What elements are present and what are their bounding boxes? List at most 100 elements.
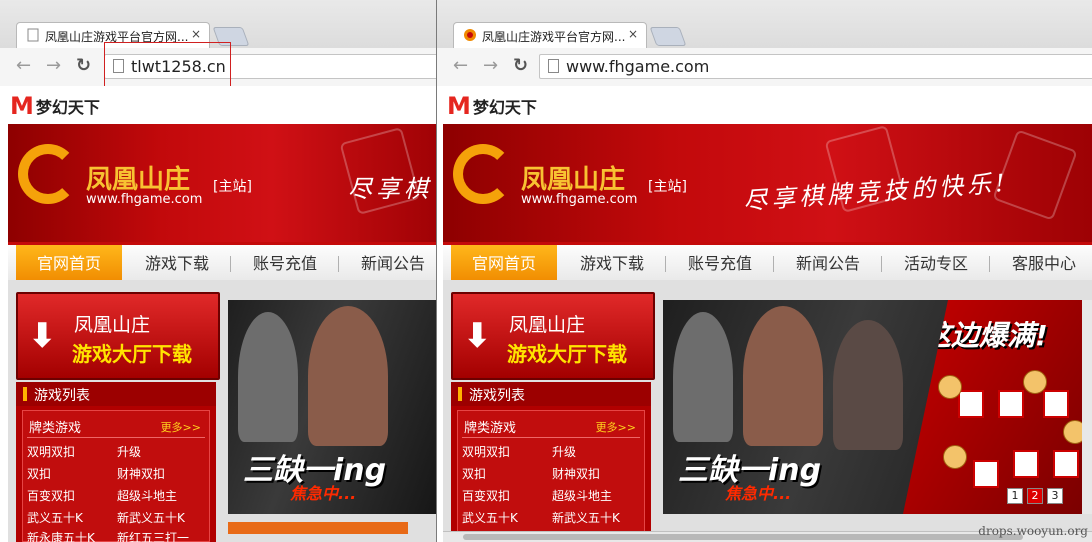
nav-recharge[interactable]: 账号充值: [240, 245, 330, 283]
back-arrow-icon[interactable]: ←: [16, 57, 31, 75]
game-link[interactable]: 百变双扣: [27, 487, 75, 504]
game-list-panel: 游戏列表 牌类游戏 更多>> 双明双扣 升级 双扣 财神双扣 百变双扣 超级斗地…: [451, 382, 651, 542]
site-logo-name: 凤凰山庄: [521, 165, 626, 195]
game-link[interactable]: 双明双扣: [462, 443, 510, 460]
site-favicon-icon: [463, 28, 477, 42]
download-icon: ⬇: [463, 316, 492, 356]
game-link[interactable]: 武义五十K: [27, 509, 83, 526]
game-link[interactable]: 新武义五十K: [117, 509, 185, 526]
game-list-panel: 游戏列表 牌类游戏 更多>> 双明双扣 升级 双扣 财神双扣 百变双扣 超级斗地…: [16, 382, 216, 542]
watermark: drops.wooyun.org: [978, 524, 1088, 538]
tab-title: 凤凰山庄游戏平台官方网...: [482, 30, 626, 44]
browser-toolbar: ← → ↻ www.fhgame.com: [437, 48, 1092, 87]
tab-strip: 凤凰山庄游戏平台官方网... ×: [437, 0, 1092, 48]
game-link[interactable]: 新红五三打一: [117, 529, 189, 542]
site-logo-tag: [主站]: [648, 179, 687, 195]
url-highlight-box: [104, 42, 231, 88]
nav-divider: [881, 256, 882, 272]
page-content: ⬇ 凤凰山庄 游戏大厅下载 游戏列表 牌类游戏 更多>> 双明双扣 升级 双扣 …: [443, 280, 1092, 542]
download-icon: ⬇: [28, 316, 57, 356]
site-logo-name: 凤凰山庄: [86, 165, 191, 195]
more-link[interactable]: 更多>>: [596, 419, 636, 435]
game-link[interactable]: 新武义五十K: [552, 509, 620, 526]
site-banner: 凤凰山庄 [主站] www.fhgame.com 尽享棋: [8, 124, 448, 242]
pager-dot[interactable]: 3: [1047, 488, 1063, 504]
forward-arrow-icon[interactable]: →: [483, 57, 498, 75]
download-line2: 游戏大厅下载: [72, 342, 192, 366]
download-lobby-button[interactable]: ⬇ 凤凰山庄 游戏大厅下载: [451, 292, 655, 380]
divider: [27, 437, 205, 438]
site-logo-tag: [主站]: [213, 179, 252, 195]
vertical-scrollbar[interactable]: [1082, 300, 1092, 514]
game-link[interactable]: 超级斗地主: [552, 487, 612, 504]
nav-recharge[interactable]: 账号充值: [675, 245, 765, 283]
download-lobby-button[interactable]: ⬇ 凤凰山庄 游戏大厅下载: [16, 292, 220, 380]
header-accent: [23, 387, 27, 401]
pager-dot[interactable]: 1: [1007, 488, 1023, 504]
nav-home[interactable]: 官网首页: [16, 245, 122, 283]
person-image: [238, 312, 298, 442]
game-link[interactable]: 武义五十K: [462, 509, 518, 526]
promo-subline: 焦急中...: [725, 484, 792, 503]
mhtx-logo[interactable]: M 梦幻天下: [447, 92, 537, 120]
game-link[interactable]: 双扣: [462, 465, 486, 482]
site-banner: 凤凰山庄 [主站] www.fhgame.com 尽享棋牌竞技的快乐!: [443, 124, 1092, 242]
game-link[interactable]: 财神双扣: [117, 465, 165, 482]
nav-download[interactable]: 游戏下载: [567, 245, 657, 283]
pager-dot-active[interactable]: 2: [1027, 488, 1043, 504]
forward-arrow-icon[interactable]: →: [46, 57, 61, 75]
left-browser-window: 凤凰山庄游戏平台官方网... × ← → ↻ tlwt1258.cn M 梦幻天…: [0, 0, 448, 542]
url-text: www.fhgame.com: [566, 57, 710, 76]
download-line1: 凤凰山庄: [74, 314, 151, 336]
nav-download[interactable]: 游戏下载: [132, 245, 222, 283]
game-link[interactable]: 升级: [552, 443, 576, 460]
address-bar[interactable]: www.fhgame.com: [539, 54, 1092, 79]
nav-home[interactable]: 官网首页: [451, 245, 557, 283]
more-link[interactable]: 更多>>: [161, 419, 201, 435]
portal-header: M 梦幻天下: [437, 86, 1092, 124]
phoenix-logo-icon: [18, 144, 78, 204]
brand-mark: M: [447, 92, 471, 120]
promo-banner[interactable]: 三缺一ing 焦急中...: [228, 300, 448, 514]
person-image: [673, 312, 733, 442]
new-tab-button[interactable]: [649, 27, 687, 46]
brand-mark: M: [10, 92, 34, 120]
page-icon: [548, 59, 559, 73]
close-tab-icon[interactable]: ×: [628, 27, 638, 41]
back-arrow-icon[interactable]: ←: [453, 57, 468, 75]
mhtx-logo[interactable]: M 梦幻天下: [10, 92, 100, 120]
nav-news[interactable]: 新闻公告: [783, 245, 873, 283]
scrollbar-thumb[interactable]: [463, 534, 1023, 540]
close-tab-icon[interactable]: ×: [191, 27, 201, 41]
portal-header: M 梦幻天下: [0, 86, 448, 124]
game-link[interactable]: 新永康五十K: [27, 529, 95, 542]
game-link[interactable]: 百变双扣: [462, 487, 510, 504]
brand-name: 梦幻天下: [472, 98, 537, 117]
player-avatar: [943, 445, 967, 469]
game-link[interactable]: 双扣: [27, 465, 51, 482]
tab-strip: 凤凰山庄游戏平台官方网... ×: [0, 0, 448, 48]
right-browser-window: 凤凰山庄游戏平台官方网... × ← → ↻ www.fhgame.com M …: [437, 0, 1092, 542]
game-link[interactable]: 双明双扣: [27, 443, 75, 460]
main-nav: 官网首页 游戏下载 账号充值 新闻公告: [8, 242, 448, 284]
download-line1: 凤凰山庄: [509, 314, 586, 336]
card-table-icon: [1053, 450, 1079, 478]
promo-banner[interactable]: 三缺一ing 焦急中... 这边爆满! 1 2 3: [663, 300, 1083, 514]
reload-icon[interactable]: ↻: [76, 57, 91, 75]
game-link[interactable]: 升级: [117, 443, 141, 460]
card-games-box: 牌类游戏 更多>> 双明双扣 升级 双扣 财神双扣 百变双扣 超级斗地主 武义五…: [457, 410, 645, 542]
nav-support[interactable]: 客服中心: [999, 245, 1089, 283]
header-accent: [458, 387, 462, 401]
game-list-header: 游戏列表: [451, 382, 651, 406]
nav-news[interactable]: 新闻公告: [348, 245, 438, 283]
game-link[interactable]: 财神双扣: [552, 465, 600, 482]
nav-divider: [665, 256, 666, 272]
nav-events[interactable]: 活动专区: [891, 245, 981, 283]
player-avatar: [938, 375, 962, 399]
slogan: 尽享棋: [348, 175, 432, 203]
game-link[interactable]: 超级斗地主: [117, 487, 177, 504]
browser-tab-right[interactable]: 凤凰山庄游戏平台官方网... ×: [453, 22, 647, 48]
download-line2: 游戏大厅下载: [507, 342, 627, 366]
reload-icon[interactable]: ↻: [513, 57, 528, 75]
person-image: [743, 306, 823, 446]
